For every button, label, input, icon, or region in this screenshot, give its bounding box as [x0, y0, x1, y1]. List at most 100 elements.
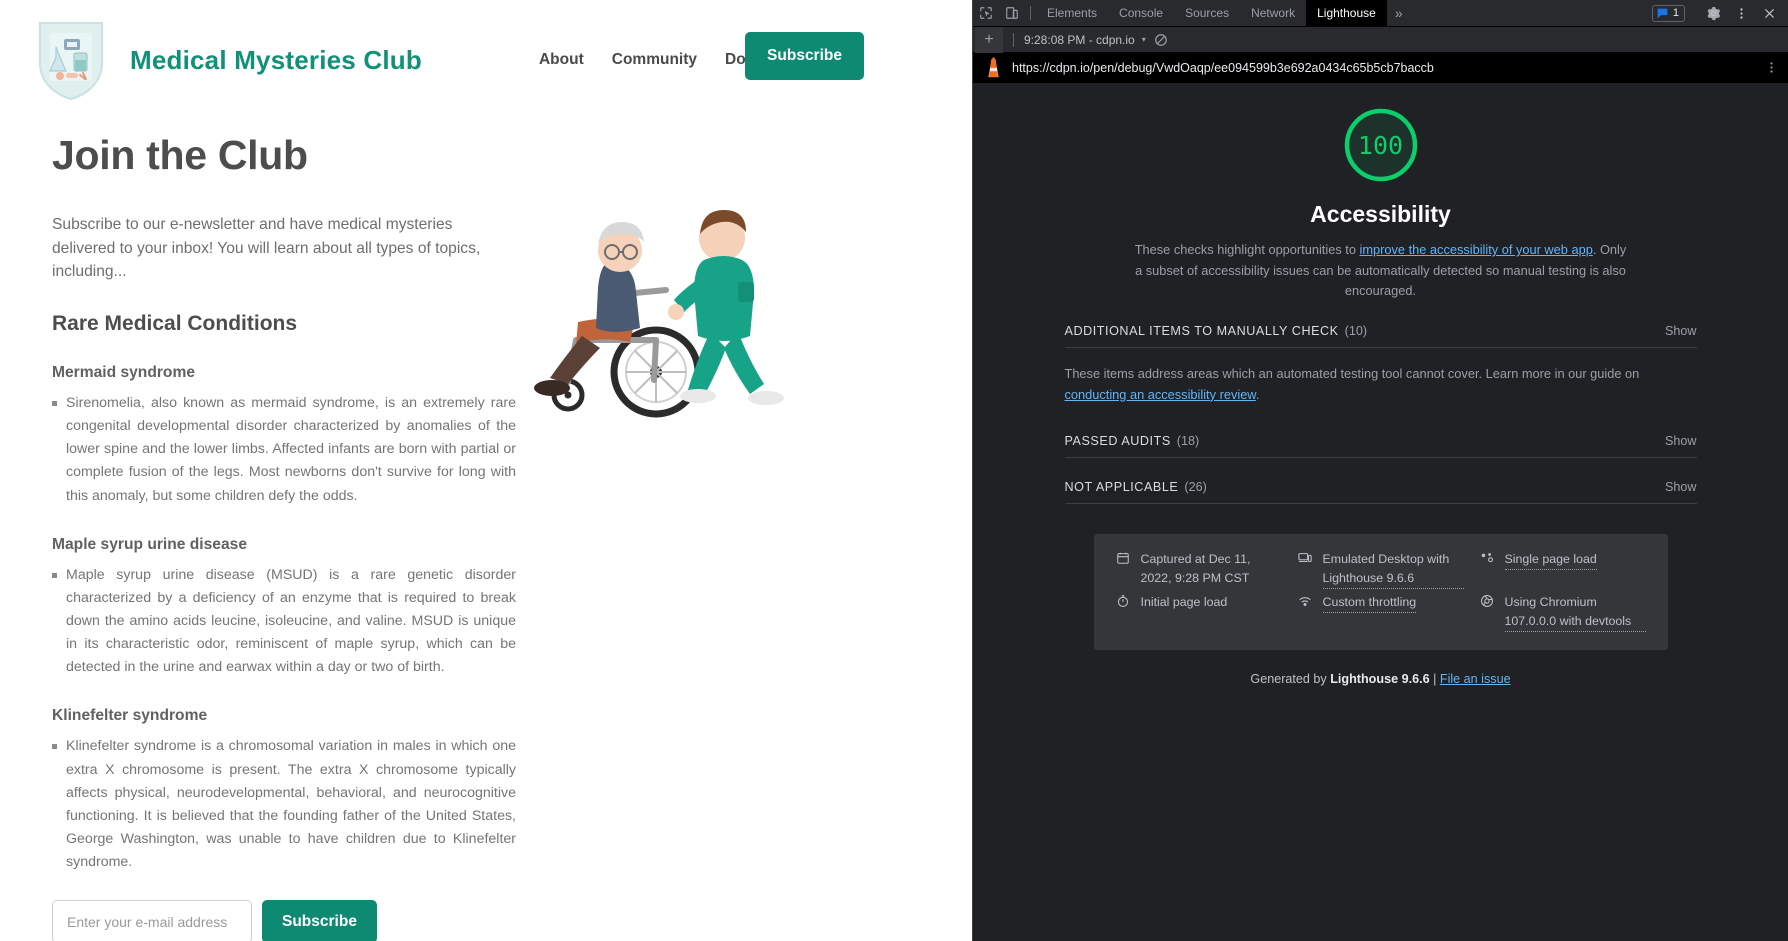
section-title: NOT APPLICABLE — [1065, 480, 1179, 494]
divider — [1065, 457, 1697, 458]
footer-separator: | — [1430, 672, 1440, 686]
section-title: PASSED AUDITS — [1065, 434, 1171, 448]
score-value: 100 — [1341, 105, 1421, 185]
section-show-toggle[interactable]: Show — [1665, 434, 1697, 448]
content-column: Join the Club Subscribe to our e-newslet… — [28, 112, 520, 941]
site-header: Medical Mysteries Club About Community D… — [0, 0, 972, 112]
list-item: Klinefelter syndrome is a chromosomal va… — [52, 735, 516, 874]
lighthouse-runbar: + 9:28:08 PM - cdpn.io ▾ — [973, 27, 1788, 53]
nav-community[interactable]: Community — [612, 51, 697, 69]
section-show-toggle[interactable]: Show — [1665, 480, 1697, 494]
category-description: These checks highlight opportunities to … — [1135, 240, 1627, 302]
accessibility-gauge[interactable]: 100 — [1341, 105, 1421, 185]
footer-pre: Generated by — [1250, 672, 1330, 686]
close-icon[interactable] — [1756, 7, 1782, 20]
section-body: These items address areas which an autom… — [1065, 348, 1697, 411]
meta-text[interactable]: Custom throttling — [1323, 593, 1417, 613]
chrome-icon — [1480, 594, 1496, 614]
meta-chromium-version[interactable]: Using Chromium 107.0.0.0 with devtools — [1480, 593, 1646, 632]
condition-title: Maple syrup urine disease — [52, 536, 520, 554]
category-description-pre: These checks highlight opportunities to — [1135, 242, 1360, 257]
meta-text: Captured at Dec 11, 2022, 9:28 PM CST — [1141, 550, 1282, 588]
score-gauge-block: 100 Accessibility These checks highlight… — [1065, 83, 1697, 302]
condition-title: Klinefelter syndrome — [52, 707, 520, 725]
meta-page-load-mode[interactable]: Single page load — [1480, 550, 1646, 589]
file-an-issue-link[interactable]: File an issue — [1440, 672, 1511, 686]
brand-title: Medical Mysteries Club — [130, 45, 422, 76]
section-passed-audits: PASSED AUDITS (18) Show — [1065, 434, 1697, 458]
footer-version: Lighthouse 9.6.6 — [1330, 672, 1429, 686]
meta-text[interactable]: Using Chromium 107.0.0.0 with devtools — [1505, 593, 1646, 632]
subscribe-button[interactable]: Subscribe — [262, 900, 377, 941]
device-toolbar-icon[interactable] — [999, 0, 1025, 26]
nav-about[interactable]: About — [539, 51, 584, 69]
meta-emulation[interactable]: Emulated Desktop with Lighthouse 9.6.6 — [1298, 550, 1464, 589]
nurse-pushing-wheelchair-illustration — [516, 190, 826, 440]
section-show-toggle[interactable]: Show — [1665, 324, 1697, 338]
page-title: Join the Club — [52, 132, 520, 179]
accessibility-review-link[interactable]: conducting an accessibility review — [1065, 387, 1256, 402]
divider — [1065, 503, 1697, 504]
issues-count: 1 — [1673, 7, 1679, 19]
tab-network[interactable]: Network — [1240, 0, 1306, 26]
section-not-applicable: NOT APPLICABLE (26) Show — [1065, 480, 1697, 504]
section-body-post: . — [1256, 387, 1260, 402]
page-body: Join the Club Subscribe to our e-newslet… — [0, 112, 972, 941]
section-count: (10) — [1345, 324, 1367, 338]
nav-subscribe-button[interactable]: Subscribe — [745, 32, 864, 80]
section-count: (26) — [1184, 480, 1206, 494]
devtools-toolbar-right: 1 — [1652, 0, 1788, 26]
section-header[interactable]: ADDITIONAL ITEMS TO MANUALLY CHECK (10) … — [1065, 324, 1697, 347]
issues-message-icon[interactable]: 1 — [1652, 5, 1685, 22]
web-page: Medical Mysteries Club About Community D… — [0, 0, 972, 941]
stopwatch-icon — [1116, 594, 1132, 614]
section-title: ADDITIONAL ITEMS TO MANUALLY CHECK — [1065, 324, 1339, 338]
lighthouse-report: 100 Accessibility These checks highlight… — [973, 83, 1788, 941]
section-manual-check: ADDITIONAL ITEMS TO MANUALLY CHECK (10) … — [1065, 324, 1697, 411]
more-options-icon[interactable] — [1728, 7, 1754, 20]
category-title: Accessibility — [1310, 201, 1451, 228]
list-item: Maple syrup urine disease (MSUD) is a ra… — [52, 564, 516, 680]
meta-text[interactable]: Emulated Desktop with Lighthouse 9.6.6 — [1323, 550, 1464, 589]
meta-text[interactable]: Single page load — [1505, 550, 1597, 570]
lighthouse-logo-icon — [985, 56, 1002, 81]
devtools-tabbar: Elements Console Sources Network Lightho… — [973, 0, 1788, 27]
list-item: Sirenomelia, also known as mermaid syndr… — [52, 392, 516, 508]
report-url: https://cdpn.io/pen/debug/VwdOaqp/ee0945… — [1012, 61, 1755, 75]
throttling-icon — [1298, 594, 1314, 614]
email-field[interactable] — [52, 900, 252, 941]
report-select[interactable]: 9:28:08 PM - cdpn.io ▾ — [1024, 33, 1146, 47]
report-options-icon[interactable] — [1765, 61, 1778, 76]
inspect-cursor-icon[interactable] — [973, 0, 999, 26]
section-header[interactable]: PASSED AUDITS (18) Show — [1065, 434, 1697, 457]
devtools-panel: Elements Console Sources Network Lightho… — [972, 0, 1788, 941]
meta-throttling[interactable]: Custom throttling — [1298, 593, 1464, 632]
new-report-button[interactable]: + — [975, 27, 1003, 53]
calendar-icon — [1116, 551, 1132, 571]
tab-console[interactable]: Console — [1108, 0, 1174, 26]
report-footer: Generated by Lighthouse 9.6.6 | File an … — [1065, 672, 1697, 686]
more-tabs-icon[interactable]: » — [1387, 0, 1411, 26]
report-inner: 100 Accessibility These checks highlight… — [1051, 83, 1711, 686]
condition-facts: Maple syrup urine disease (MSUD) is a ra… — [52, 564, 520, 680]
condition-facts: Klinefelter syndrome is a chromosomal va… — [52, 735, 520, 874]
tab-elements[interactable]: Elements — [1036, 0, 1108, 26]
main-nav: About Community Donate Q&A — [539, 51, 944, 69]
lighthouse-url-bar: https://cdpn.io/pen/debug/VwdOaqp/ee0945… — [973, 53, 1788, 83]
tab-lighthouse[interactable]: Lighthouse — [1306, 0, 1387, 26]
meta-initial-page-load: Initial page load — [1116, 593, 1282, 632]
report-select-label: 9:28:08 PM - cdpn.io — [1024, 33, 1135, 47]
improve-accessibility-link[interactable]: improve the accessibility of your web ap… — [1360, 242, 1593, 257]
section-header[interactable]: NOT APPLICABLE (26) Show — [1065, 480, 1697, 503]
toolbar-divider — [1030, 6, 1031, 20]
tab-sources[interactable]: Sources — [1174, 0, 1240, 26]
gear-icon[interactable] — [1700, 6, 1726, 21]
clear-run-icon[interactable] — [1154, 33, 1168, 47]
intro-paragraph: Subscribe to our e-newsletter and have m… — [52, 213, 518, 284]
condition-facts: Sirenomelia, also known as mermaid syndr… — [52, 392, 520, 508]
single-page-icon — [1480, 551, 1496, 571]
desktop-icon — [1298, 551, 1314, 571]
chevron-down-icon: ▾ — [1142, 35, 1146, 44]
section-body-pre: These items address areas which an autom… — [1065, 366, 1640, 381]
meta-captured-at: Captured at Dec 11, 2022, 9:28 PM CST — [1116, 550, 1282, 589]
